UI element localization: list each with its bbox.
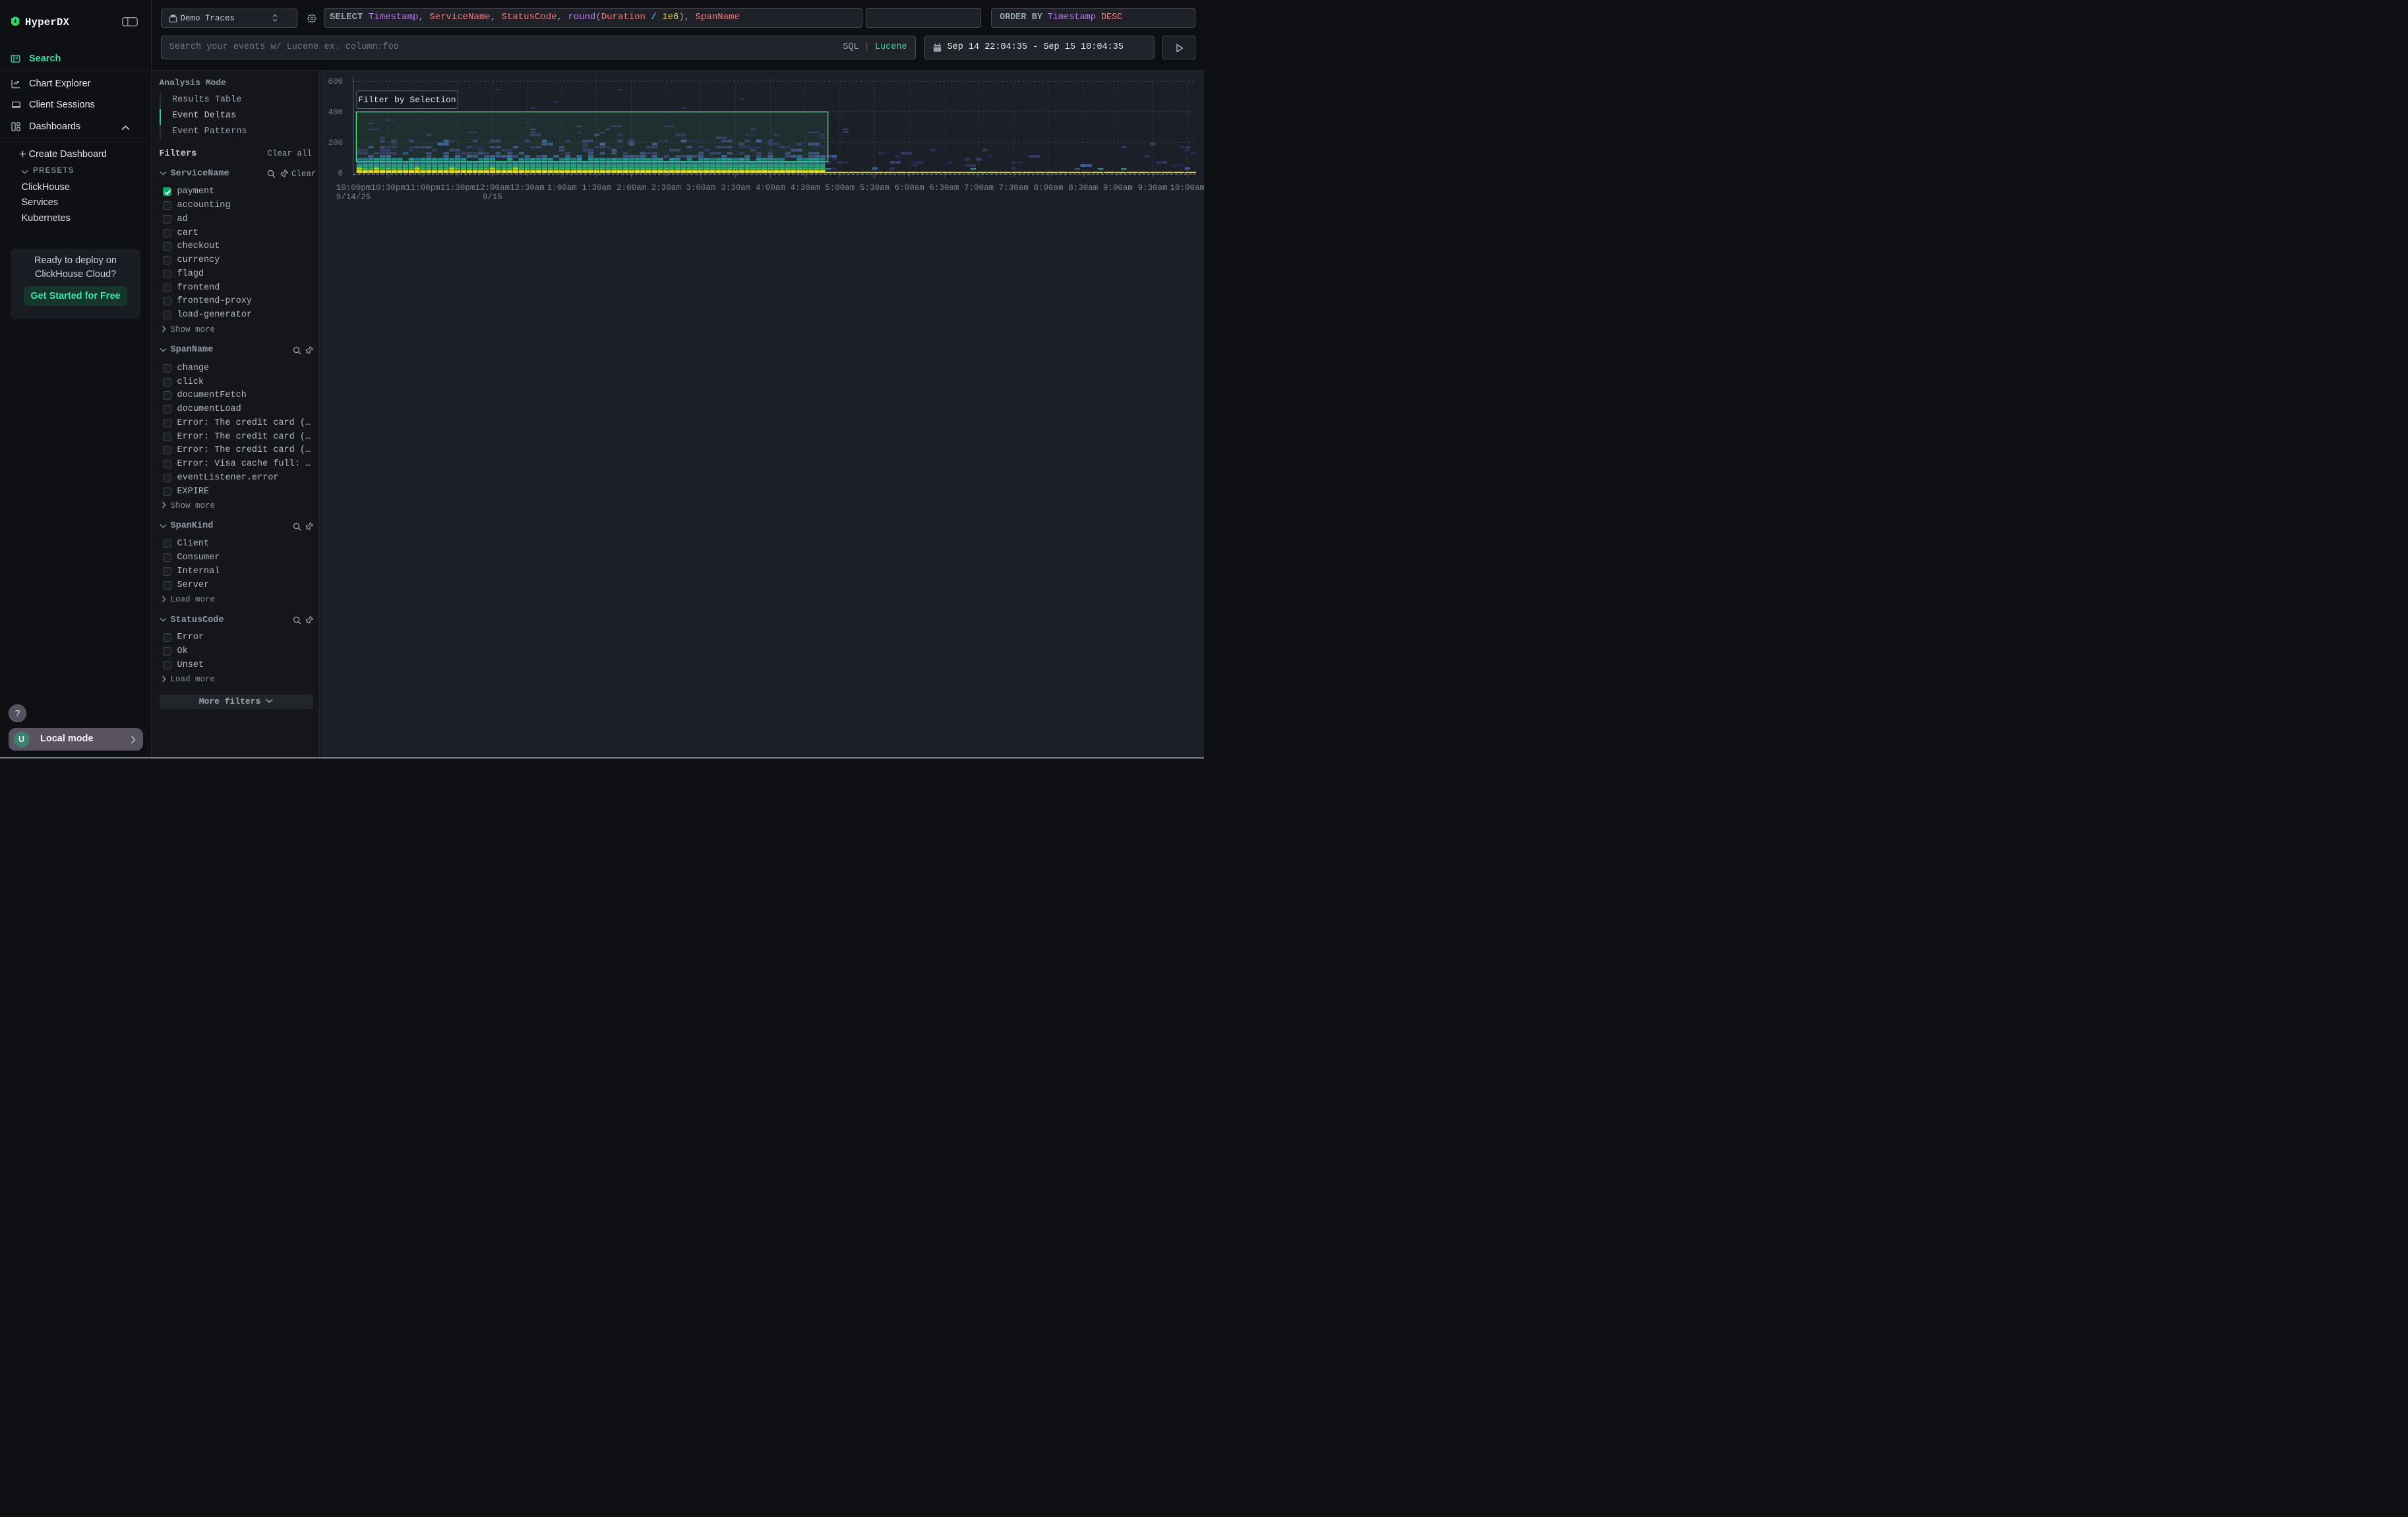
svg-text:2:00am: 2:00am xyxy=(617,183,646,193)
svg-text:9:30am: 9:30am xyxy=(1138,183,1168,193)
svg-text:1:30am: 1:30am xyxy=(582,183,611,193)
svg-text:10:30pm: 10:30pm xyxy=(371,183,406,193)
svg-text:12:30am: 12:30am xyxy=(510,183,545,193)
svg-text:200: 200 xyxy=(328,138,343,147)
svg-text:Filter by Selection: Filter by Selection xyxy=(358,95,456,105)
svg-text:8:30am: 8:30am xyxy=(1068,183,1098,193)
svg-text:6:30am: 6:30am xyxy=(929,183,959,193)
svg-text:5:30am: 5:30am xyxy=(860,183,889,193)
svg-text:11:00pm: 11:00pm xyxy=(406,183,440,193)
svg-text:9/14/25: 9/14/25 xyxy=(336,193,371,202)
svg-text:4:00am: 4:00am xyxy=(756,183,785,193)
svg-text:9:00am: 9:00am xyxy=(1103,183,1133,193)
svg-text:400: 400 xyxy=(328,108,343,117)
svg-text:3:00am: 3:00am xyxy=(686,183,715,193)
svg-text:5:00am: 5:00am xyxy=(825,183,855,193)
svg-text:6:00am: 6:00am xyxy=(895,183,924,193)
svg-text:0: 0 xyxy=(338,169,343,178)
svg-text:8:00am: 8:00am xyxy=(1033,183,1063,193)
svg-text:3:30am: 3:30am xyxy=(721,183,750,193)
svg-text:12:00am: 12:00am xyxy=(475,183,510,193)
svg-text:10:00pm: 10:00pm xyxy=(336,183,371,193)
svg-text:4:30am: 4:30am xyxy=(791,183,820,193)
svg-text:1:00am: 1:00am xyxy=(547,183,577,193)
svg-text:10:00am: 10:00am xyxy=(1170,183,1204,193)
svg-text:7:30am: 7:30am xyxy=(999,183,1029,193)
svg-text:7:00am: 7:00am xyxy=(964,183,994,193)
svg-text:11:30pm: 11:30pm xyxy=(440,183,475,193)
svg-text:9/15: 9/15 xyxy=(483,193,502,202)
svg-text:?: ? xyxy=(15,708,20,718)
svg-text:600: 600 xyxy=(328,77,343,86)
svg-text:2:30am: 2:30am xyxy=(651,183,681,193)
